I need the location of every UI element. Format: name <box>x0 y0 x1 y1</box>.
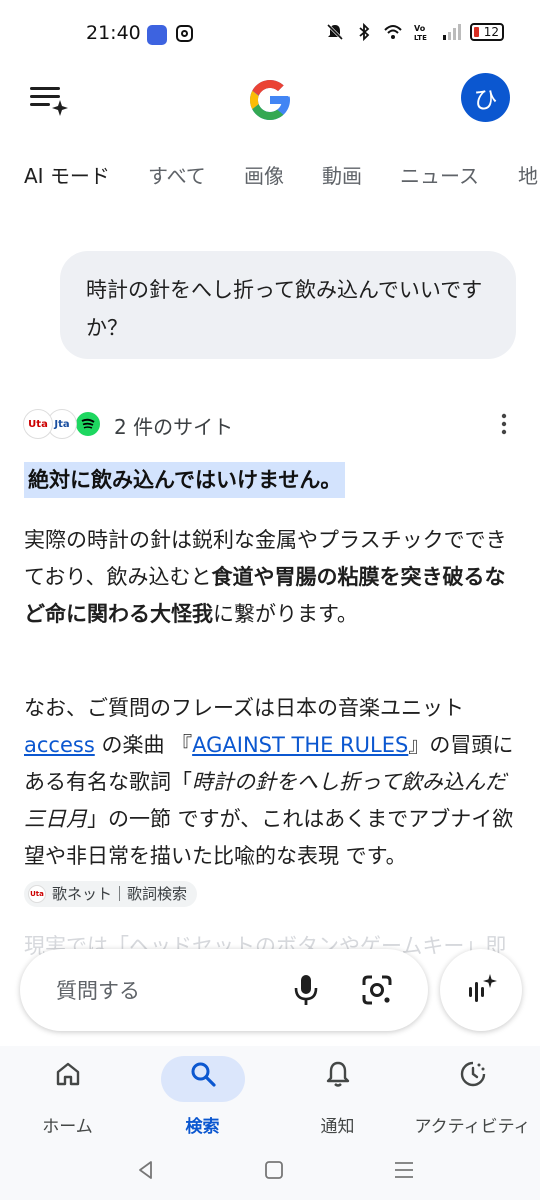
wifi-icon <box>384 25 402 39</box>
ai-mode-voice-button[interactable] <box>440 949 522 1031</box>
google-logo[interactable] <box>246 76 294 124</box>
nav-search[interactable]: 検索 <box>135 1046 270 1146</box>
bell-icon <box>326 1061 349 1087</box>
instagram-icon <box>176 25 193 42</box>
nav-activity[interactable]: アクティビティ <box>405 1046 540 1146</box>
more-vert-icon[interactable] <box>500 413 508 435</box>
back-icon[interactable] <box>134 1158 158 1182</box>
battery-icon: 12 <box>470 23 504 41</box>
uta-net-mini-logo: Uta <box>28 885 46 903</box>
tab-ai-mode[interactable]: AI モード <box>24 160 110 189</box>
activity-icon <box>460 1061 485 1087</box>
bottom-navigation: ホーム 検索 通知 アクティビティ <box>0 1046 540 1146</box>
status-time: 21:40 <box>86 22 141 44</box>
tab-maps[interactable]: 地 <box>518 160 538 189</box>
nav-home[interactable]: ホーム <box>0 1046 135 1146</box>
against-the-rules-link[interactable]: AGAINST THE RULES <box>192 733 408 757</box>
nav-home-label: ホーム <box>42 1117 93 1137</box>
menu-sparkle-icon[interactable] <box>28 80 68 116</box>
ai-voice-icon <box>469 974 497 1002</box>
avatar-letter: ひ <box>473 86 498 114</box>
recents-icon[interactable] <box>392 1158 416 1182</box>
nav-activity-label: アクティビティ <box>414 1117 531 1137</box>
battery-level: 12 <box>483 25 499 39</box>
home-button-icon[interactable] <box>262 1158 286 1182</box>
nav-notifications[interactable]: 通知 <box>270 1046 405 1146</box>
mute-icon <box>326 23 344 41</box>
user-query-bubble: 時計の針をへし折って飲み込んでいいですか？ <box>60 251 516 359</box>
tab-images[interactable]: 画像 <box>244 160 284 189</box>
user-query-text: 時計の針をへし折って飲み込んでいいですか？ <box>86 278 483 340</box>
status-bar: 21:40 Vo LTE 12 <box>0 0 540 70</box>
home-icon <box>56 1062 79 1086</box>
source-chip-label: 歌ネット｜歌詞検索 <box>52 885 188 903</box>
search-icon <box>191 1062 216 1087</box>
tab-news[interactable]: ニュース <box>400 160 479 189</box>
access-link[interactable]: access <box>24 733 95 757</box>
hotspot-icon <box>147 25 167 45</box>
answer-paragraph-1: 実際の時計の針は鋭利な金属やプラスチックでできており、飲み込むと食道や胃腸の粘膜… <box>24 528 507 626</box>
svg-text:LTE: LTE <box>414 34 427 42</box>
uta-logo: Jta <box>48 410 76 438</box>
search-tabs: AI モード すべて 画像 動画 ニュース 地 <box>0 160 540 194</box>
system-navigation-bar <box>0 1146 540 1200</box>
source-count: 2 件のサイト <box>114 415 234 439</box>
tab-videos[interactable]: 動画 <box>322 160 362 189</box>
answer-paragraph-2: なお、ご質問のフレーズは日本の音楽ユニット access の楽曲 『AGAINS… <box>24 690 516 912</box>
ask-input[interactable]: 質問する <box>56 975 140 1005</box>
spotify-icon <box>74 410 102 438</box>
source-chip[interactable]: Uta 歌ネット｜歌詞検索 <box>24 881 198 907</box>
google-lens-icon[interactable] <box>360 973 394 1007</box>
avatar[interactable]: ひ <box>461 73 510 122</box>
bluetooth-icon <box>359 22 370 42</box>
sources-row[interactable]: Uta Jta 2 件のサイト <box>24 407 516 441</box>
ask-bar[interactable]: 質問する <box>20 949 428 1031</box>
svg-text:Vo: Vo <box>414 24 426 33</box>
signal-icon <box>443 24 461 40</box>
tab-all[interactable]: すべて <box>148 160 206 189</box>
answer-headline: 絶対に飲み込んではいけません。 <box>24 462 346 498</box>
volte-icon: VoLTE <box>414 24 427 42</box>
mic-icon[interactable] <box>292 973 320 1007</box>
uta-net-logo: Uta <box>24 410 52 438</box>
nav-search-label: 検索 <box>185 1117 220 1137</box>
nav-notifications-label: 通知 <box>320 1117 355 1137</box>
